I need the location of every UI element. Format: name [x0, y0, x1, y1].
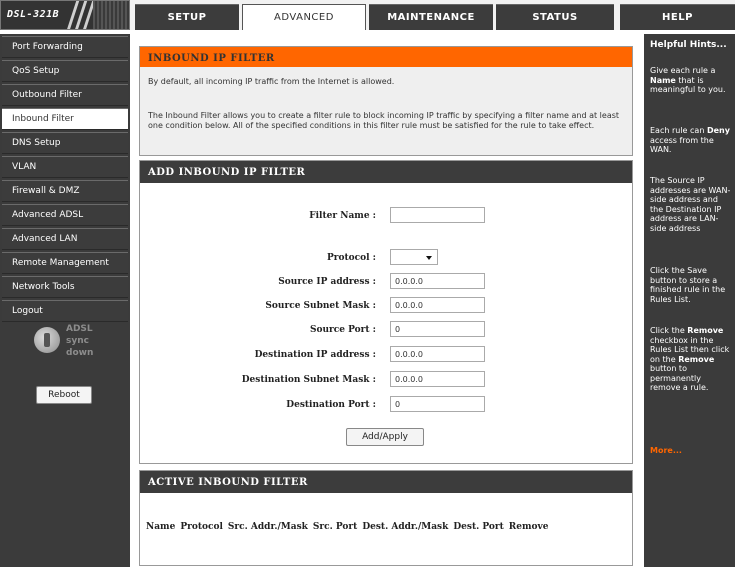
src-ip-input[interactable]	[390, 273, 485, 289]
help-hint-name-bold: Name	[650, 75, 676, 85]
tab-status[interactable]: STATUS	[496, 4, 614, 30]
nav-item-network-tools[interactable]: Network Tools	[2, 276, 128, 298]
logo-stripes	[93, 1, 129, 29]
column-header-src-port: Src. Port	[312, 522, 358, 532]
help-more-link[interactable]: More...	[650, 446, 682, 455]
protocol-select[interactable]	[390, 249, 438, 265]
protocol-label: Protocol :	[326, 253, 376, 263]
adsl-status-icon	[34, 327, 60, 353]
nav-item-vlan[interactable]: VLAN	[2, 156, 128, 178]
nav-item-dns-setup[interactable]: DNS Setup	[2, 132, 128, 154]
column-header-remove: Remove	[508, 522, 549, 532]
help-hint-save: Click the Save button to store a finishe…	[650, 266, 726, 304]
dst-mask-input[interactable]	[390, 371, 485, 387]
column-header-dest-addr-mask: Dest. Addr./Mask	[362, 522, 449, 532]
src-port-input[interactable]	[390, 321, 485, 337]
nav-item-outbound-filter[interactable]: Outbound Filter	[2, 84, 128, 106]
tab-maintenance[interactable]: MAINTENANCE	[369, 4, 493, 30]
column-header-src-addr-mask: Src. Addr./Mask	[227, 522, 308, 532]
chevron-down-icon	[426, 256, 432, 260]
adsl-line-2: sync	[66, 336, 89, 346]
nav-item-firewall-dmz[interactable]: Firewall & DMZ	[2, 180, 128, 202]
adsl-line-1: ADSL	[66, 324, 93, 334]
nav-item-port-forwarding[interactable]: Port Forwarding	[2, 36, 128, 58]
nav-item-advanced-adsl[interactable]: Advanced ADSL	[2, 204, 128, 226]
add-filter-title: ADD INBOUND IP FILTER	[140, 161, 632, 183]
intro-paragraph-1: By default, all incoming IP traffic from…	[148, 77, 395, 86]
help-hint-deny-bold: Deny	[706, 126, 730, 135]
nav-item-inbound-filter[interactable]: Inbound Filter	[2, 108, 128, 130]
src-mask-label: Source Subnet Mask :	[265, 301, 376, 311]
help-hint-deny-text-1: Each rule can	[650, 126, 707, 135]
model-label: DSL-321B	[7, 9, 60, 20]
help-hint-name: Give each rule a Name that is meaningful…	[650, 66, 732, 95]
left-navigation: Port Forwarding QoS Setup Outbound Filte…	[0, 34, 130, 567]
dst-port-label: Destination Port :	[286, 400, 376, 410]
add-apply-button[interactable]: Add/Apply	[346, 428, 424, 446]
column-header-dest-port: Dest. Port	[453, 522, 504, 532]
active-filter-table-header: Name Protocol Src. Addr./Mask Src. Port …	[146, 522, 548, 532]
tab-advanced[interactable]: ADVANCED	[242, 4, 366, 30]
adsl-line-3: down	[66, 348, 94, 358]
adsl-status-text: ADSL sync down	[66, 323, 93, 359]
src-mask-input[interactable]	[390, 297, 485, 313]
dst-port-input[interactable]	[390, 396, 485, 412]
tab-help[interactable]: HELP	[620, 4, 735, 30]
intro-panel: INBOUND IP FILTER By default, all incomi…	[139, 46, 633, 156]
tab-setup[interactable]: SETUP	[135, 4, 239, 30]
dst-ip-input[interactable]	[390, 346, 485, 362]
intro-paragraph-2: The Inbound Filter allows you to create …	[148, 111, 620, 130]
src-ip-label: Source IP address :	[278, 277, 376, 287]
help-hint-remove-text-3: button to permanently remove a rule.	[650, 364, 709, 392]
dst-mask-label: Destination Subnet Mask :	[241, 375, 376, 385]
nav-item-advanced-lan[interactable]: Advanced LAN	[2, 228, 128, 250]
help-hint-remove-bold-1: Remove	[687, 326, 724, 335]
nav-item-qos-setup[interactable]: QoS Setup	[2, 60, 128, 82]
active-filter-title: ACTIVE INBOUND FILTER	[140, 471, 632, 493]
help-sidebar: Helpful Hints... Give each rule a Name t…	[644, 34, 735, 567]
add-filter-panel: ADD INBOUND IP FILTER Filter Name : Prot…	[139, 160, 633, 464]
help-hint-name-text-1: Give each rule a	[650, 66, 716, 75]
filter-name-label: Filter Name :	[309, 211, 376, 221]
column-header-protocol: Protocol	[180, 522, 223, 532]
active-filter-panel: ACTIVE INBOUND FILTER Name Protocol Src.…	[139, 470, 633, 566]
help-hint-deny: Each rule can Deny access from the WAN.	[650, 126, 732, 155]
help-hint-remove: Click the Remove checkbox in the Rules L…	[650, 326, 732, 393]
src-port-label: Source Port :	[309, 325, 376, 335]
main-content: INBOUND IP FILTER By default, all incomi…	[135, 36, 637, 567]
help-hint-deny-text-2: access from the WAN.	[650, 135, 714, 155]
nav-item-remote-management[interactable]: Remote Management	[2, 252, 128, 274]
filter-name-input[interactable]	[390, 207, 485, 223]
dlink-logo: DSL-321B	[0, 0, 130, 30]
top-bar: DSL-321B SETUP ADVANCED MAINTENANCE STAT…	[0, 0, 735, 30]
help-hint-remove-text-1: Click the	[650, 326, 688, 335]
help-title: Helpful Hints...	[650, 40, 727, 50]
reboot-button[interactable]: Reboot	[36, 386, 92, 404]
column-header-name: Name	[146, 522, 176, 532]
intro-title: INBOUND IP FILTER	[140, 47, 632, 67]
nav-item-logout[interactable]: Logout	[2, 300, 128, 322]
dst-ip-label: Destination IP address :	[254, 350, 376, 360]
adsl-status: ADSL sync down	[34, 323, 114, 363]
help-hint-remove-bold-2: Remove	[678, 354, 715, 364]
help-hint-addresses: The Source IP addresses are WAN-side add…	[650, 176, 731, 233]
